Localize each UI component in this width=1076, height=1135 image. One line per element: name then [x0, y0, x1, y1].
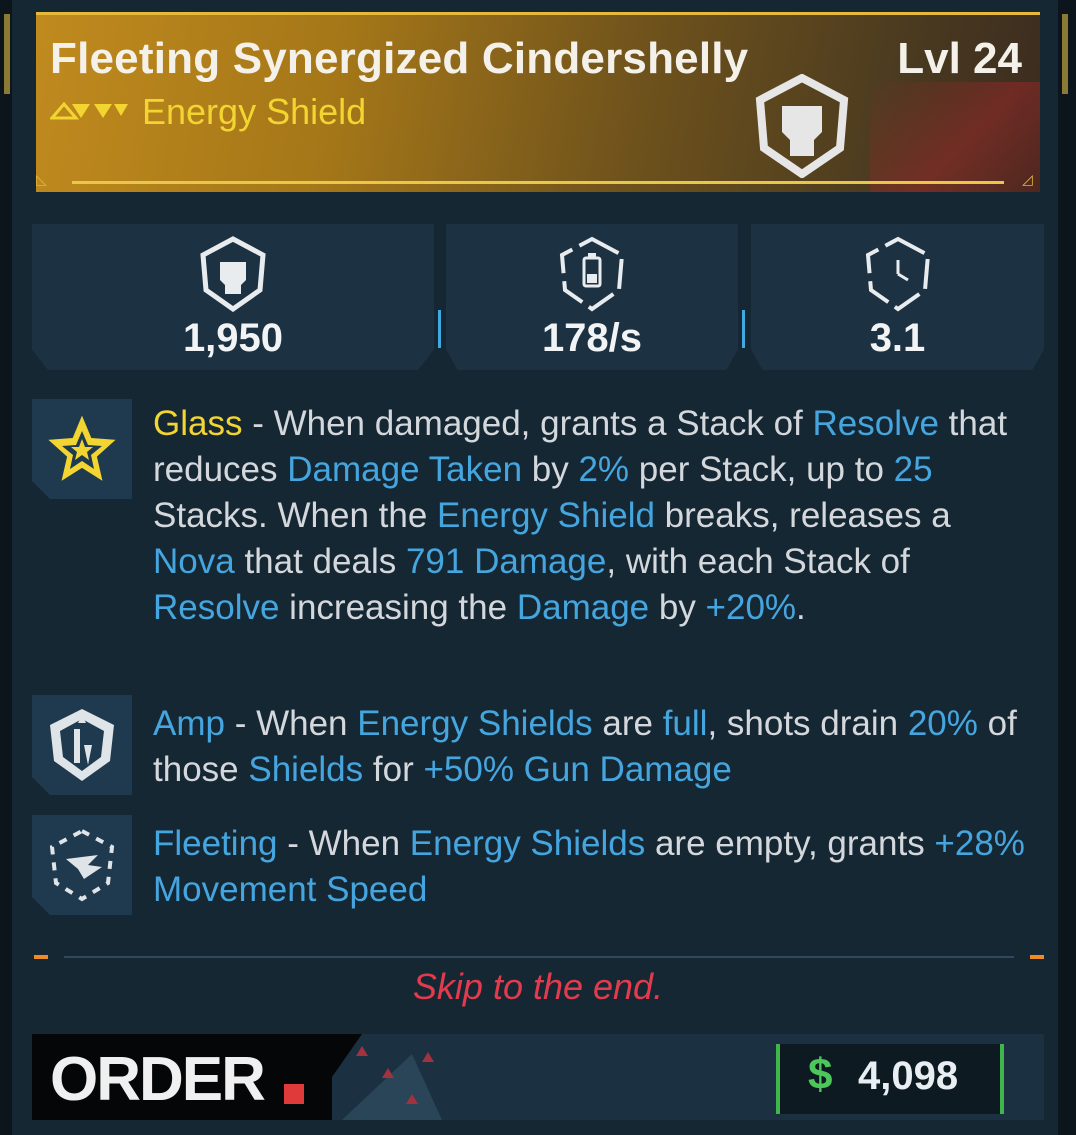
- perk-text-segment: by: [649, 588, 706, 627]
- corner-marker-left: ◺: [36, 171, 47, 187]
- perk-text-segment: , shots drain: [707, 704, 908, 743]
- perk-text-segment: Stacks. When the: [153, 496, 438, 535]
- perk-keyword: Energy Shield: [437, 496, 655, 535]
- perk-keyword: Shields: [248, 750, 364, 789]
- star-perk-icon: [43, 410, 121, 486]
- perk-text-segment: - When damaged, grants a Stack of: [242, 404, 813, 443]
- stat-recharge-delay-value: 3.1: [869, 316, 926, 360]
- perk-text-segment: by: [522, 450, 579, 489]
- corner-marker-right: ◿: [1022, 171, 1033, 187]
- perk-text-segment: per Stack, up to: [629, 450, 894, 489]
- rarity-chevrons-icon: [50, 101, 128, 120]
- item-level: Lvl 24: [897, 34, 1022, 83]
- perk-keyword: Energy Shields: [357, 704, 593, 743]
- perk-text-segment: increasing the: [279, 588, 517, 627]
- divider-tick-left: [34, 955, 48, 959]
- fleeting-perk-icon: [49, 828, 115, 902]
- perk-keyword: 791 Damage: [405, 542, 607, 581]
- perk-keyword: Amp: [153, 704, 225, 743]
- currency-icon: $: [808, 1050, 833, 1099]
- shield-capacity-icon: [200, 236, 266, 312]
- divider-tick-right: [1030, 955, 1044, 959]
- perk-keyword: +50% Gun Damage: [423, 750, 732, 789]
- perk-keyword: Glass: [153, 404, 243, 443]
- perk-text-segment: breaks, releases a: [654, 496, 951, 535]
- item-type-row: Energy Shield: [50, 90, 366, 134]
- perk-text-segment: are empty, grants: [645, 824, 935, 863]
- perk-keyword: full: [662, 704, 708, 743]
- perk-icon-frame: [32, 695, 132, 795]
- perk-text-segment: , with each Stack of: [606, 542, 910, 581]
- stat-separator: [742, 310, 745, 348]
- item-footer: ORDER $ 4,098: [32, 1034, 1044, 1120]
- item-type: Energy Shield: [142, 91, 367, 132]
- perk-keyword: Damage Taken: [287, 450, 523, 489]
- manufacturer-logo: ORDER: [50, 1045, 304, 1112]
- perk-keyword: Damage: [516, 588, 650, 627]
- perk-keyword: 25: [893, 450, 933, 489]
- perk-description: Amp - When Energy Shields are full, shot…: [153, 701, 1033, 793]
- card-edge-right: [1058, 0, 1076, 1135]
- perk-keyword: Fleeting: [153, 824, 278, 863]
- perk-text-segment: are: [592, 704, 663, 743]
- header-top-line: [36, 12, 1040, 15]
- perk-keyword: 2%: [578, 450, 630, 489]
- perk-text-segment: - When: [224, 704, 358, 743]
- shield-recharge-rate-icon: [559, 236, 625, 312]
- perk-keyword: Energy Shields: [409, 824, 646, 863]
- perk-text-segment: - When: [277, 824, 410, 863]
- header-bottom-line: [72, 181, 1004, 184]
- perk-keyword: Nova: [153, 542, 235, 581]
- item-header: Fleeting Synergized Cindershelly Lvl 24 …: [36, 12, 1040, 192]
- flavor-text: Skip to the end.: [412, 966, 664, 1007]
- header-decoration: [870, 82, 1040, 192]
- shield-recharge-delay-icon: [865, 236, 930, 312]
- item-name: Fleeting Synergized Cindershelly: [50, 34, 749, 83]
- perk-icon-frame: [32, 399, 132, 499]
- stat-recharge-rate: 178/s: [446, 224, 738, 370]
- perk-icon-frame: [32, 815, 132, 915]
- perk-description: Glass - When damaged, grants a Stack of …: [153, 401, 1033, 631]
- stat-recharge-delay: 3.1: [751, 224, 1044, 370]
- perk-description: Fleeting - When Energy Shields are empty…: [153, 821, 1033, 913]
- shield-emblem-icon: [755, 74, 849, 178]
- stat-separator: [438, 310, 441, 348]
- perk-keyword: Resolve: [812, 404, 939, 443]
- manufacturer-name: ORDER: [50, 1045, 265, 1112]
- price-box: $ 4,098: [776, 1044, 1004, 1114]
- card-edge-left: [0, 0, 12, 1135]
- perk-keyword: 20%: [907, 704, 978, 743]
- perk-text-segment: .: [796, 588, 806, 627]
- perk-keyword: +20%: [705, 588, 797, 627]
- perk-text-segment: for: [363, 750, 424, 789]
- perk-text-segment: that deals: [234, 542, 406, 581]
- stat-recharge-rate-value: 178/s: [541, 316, 643, 360]
- stat-capacity: 1,950: [32, 224, 434, 370]
- manufacturer-decoration: [302, 1034, 442, 1120]
- stat-capacity-value: 1,950: [182, 316, 284, 360]
- amp-perk-icon: [50, 709, 114, 781]
- item-price: 4,098: [858, 1054, 959, 1098]
- item-card: Fleeting Synergized Cindershelly Lvl 24 …: [0, 0, 1076, 1135]
- perk-keyword: Resolve: [153, 588, 280, 627]
- divider-line: [64, 956, 1014, 958]
